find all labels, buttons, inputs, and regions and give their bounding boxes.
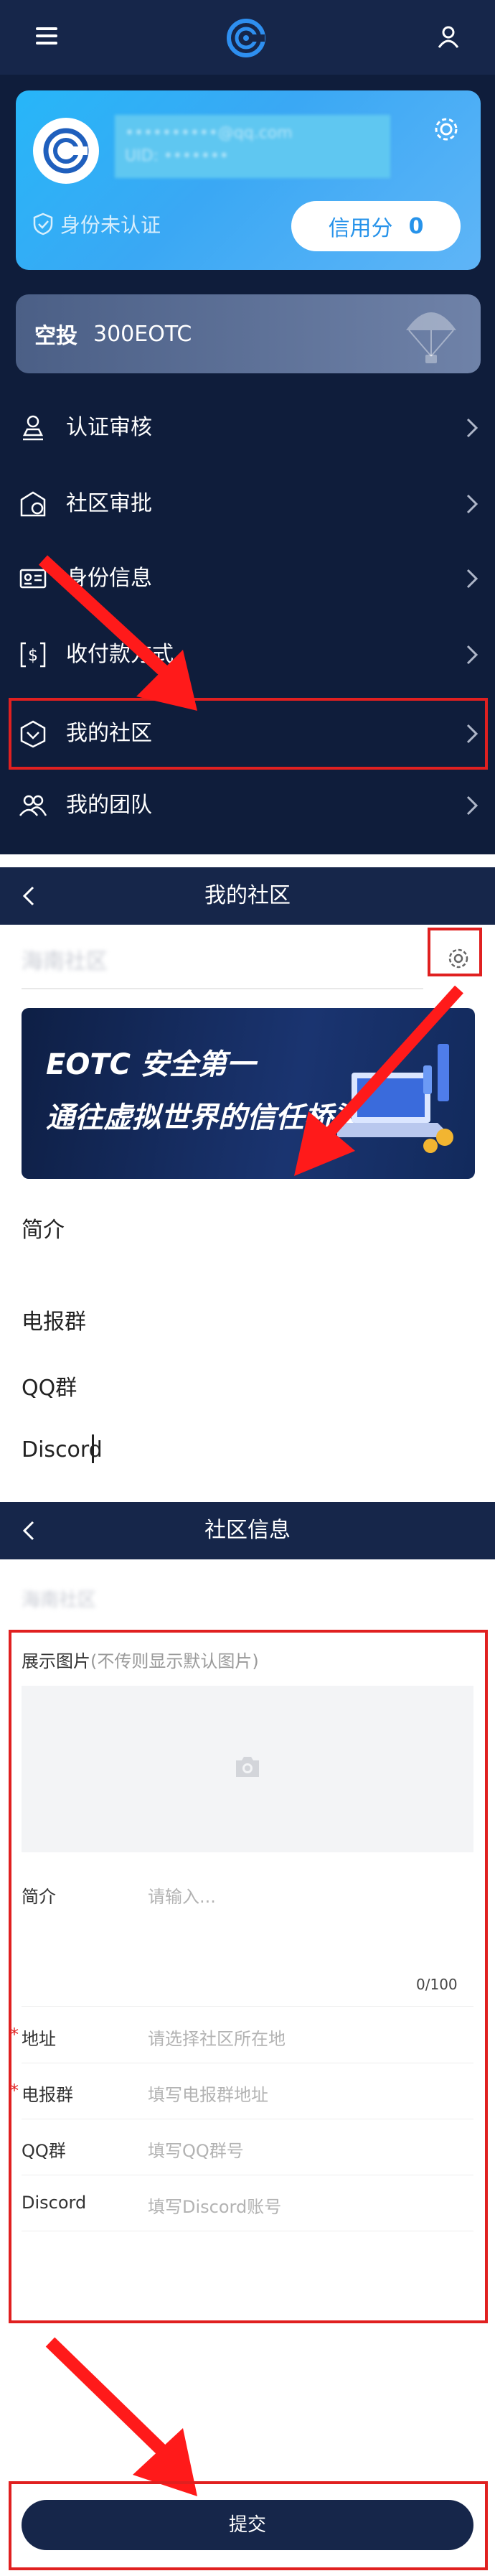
account-info-blurred: ••••••••••@qq.com UID: •••••••	[115, 115, 390, 178]
menu-item-community-approve[interactable]: 社区审批	[0, 468, 495, 540]
required-marker: *	[10, 2025, 19, 2045]
field-label: Discord	[22, 2193, 87, 2213]
credit-value: 0	[408, 213, 424, 239]
image-upload-area[interactable]	[22, 1686, 473, 1852]
banner-line-1: EOTC 安全第一	[46, 1048, 255, 1081]
address-select[interactable]: 请选择社区所在地	[148, 2025, 286, 2050]
community-approve-icon	[20, 491, 46, 517]
chevron-right-icon	[466, 569, 478, 589]
verify-status[interactable]: 身份未认证	[33, 210, 161, 238]
qq-input[interactable]: 填写QQ群号	[148, 2137, 244, 2162]
avatar-logo-icon	[43, 128, 89, 174]
chevron-right-icon	[466, 795, 478, 816]
shield-icon	[33, 213, 53, 235]
stamp-icon	[22, 415, 44, 441]
discord-input[interactable]: 填写Discord账号	[148, 2193, 281, 2218]
field-qq: QQ群	[22, 1376, 77, 1401]
form-row-discord[interactable]: Discord 填写Discord账号	[22, 2175, 473, 2231]
menu-item-label: 我的团队	[66, 793, 152, 818]
profile-card: ••••••••••@qq.com UID: ••••••• 身份未认证 信用分…	[16, 90, 481, 270]
annotation-arrow-icon	[294, 985, 463, 1176]
annotation-arrow-icon	[45, 2337, 197, 2496]
credit-label: 信用分	[328, 216, 393, 241]
telegram-input[interactable]: 填写电报群地址	[148, 2081, 268, 2106]
gear-icon[interactable]	[432, 115, 461, 144]
chevron-right-icon	[466, 418, 478, 438]
my-community-panel: 我的社区 海南社区 EOTC 安全第一 通往虚拟世界的信任桥梁 简介 电报群 Q…	[0, 867, 495, 1485]
text-cursor	[92, 1434, 94, 1463]
page-title: 社区信息	[204, 1518, 291, 1543]
credit-score-button[interactable]: 信用分 0	[291, 201, 461, 251]
eotc-logo-icon	[227, 19, 265, 57]
verify-status-label: 身份未认证	[60, 213, 161, 237]
community-info-form-panel: 社区信息 海南社区 展示图片(不传则显示默认图片) 简介 请输入... 0/10…	[0, 1502, 495, 2576]
airdrop-label: 空投	[34, 324, 77, 349]
account-uid: UID: •••••••	[125, 147, 229, 165]
community-name-blurred: 海南社区	[22, 949, 108, 974]
required-marker: *	[10, 2081, 19, 2101]
camera-icon	[236, 1757, 259, 1777]
nav-bar: 我的社区	[0, 867, 495, 925]
field-label: 地址	[22, 2029, 56, 2049]
page-title: 我的社区	[204, 883, 291, 908]
submit-button[interactable]: 提交	[22, 2500, 473, 2550]
field-intro: 简介	[22, 1218, 65, 1243]
avatar	[33, 118, 99, 184]
intro-label: 简介	[22, 1887, 56, 1907]
image-label-row: 展示图片(不传则显示默认图片)	[22, 1647, 259, 1672]
account-email: ••••••••••@qq.com	[125, 124, 293, 142]
top-bar	[0, 0, 495, 75]
chevron-right-icon	[466, 645, 478, 665]
field-label: 电报群	[22, 2085, 73, 2105]
parachute-icon	[406, 312, 456, 363]
field-discord: Discord	[22, 1437, 103, 1462]
field-label: QQ群	[22, 2141, 66, 2161]
menu-item-label: 认证审核	[66, 415, 152, 440]
intro-textarea[interactable]: 请输入...	[148, 1882, 216, 1908]
airdrop-banner[interactable]: 空投 300EOTC	[16, 294, 481, 373]
airdrop-amount: 300EOTC	[93, 321, 192, 347]
chevron-right-icon	[466, 494, 478, 514]
form-row-qq[interactable]: QQ群 填写QQ群号	[22, 2119, 473, 2175]
menu-item-label: 社区审批	[66, 491, 152, 516]
community-name-blurred: 海南社区	[22, 1590, 97, 1611]
divider	[22, 2006, 473, 2007]
form-row-address[interactable]: * 地址 请选择社区所在地	[10, 2007, 473, 2063]
annotation-arrow-icon	[38, 555, 197, 711]
team-icon	[19, 795, 47, 816]
field-telegram: 电报群	[22, 1310, 86, 1335]
image-label: 展示图片	[22, 1651, 90, 1671]
image-hint: (不传则显示默认图片)	[90, 1651, 259, 1671]
hamburger-menu-icon[interactable]	[36, 27, 57, 45]
form-row-telegram[interactable]: * 电报群 填写电报群地址	[10, 2063, 473, 2119]
menu-item-my-team[interactable]: 我的团队	[0, 770, 495, 841]
sidebar-menu-panel: ••••••••••@qq.com UID: ••••••• 身份未认证 信用分…	[0, 0, 495, 854]
user-icon[interactable]	[436, 24, 461, 49]
intro-char-counter: 0/100	[416, 1976, 458, 1993]
nav-bar: 社区信息	[0, 1502, 495, 1559]
menu-item-cert-review[interactable]: 认证审核	[0, 392, 495, 464]
